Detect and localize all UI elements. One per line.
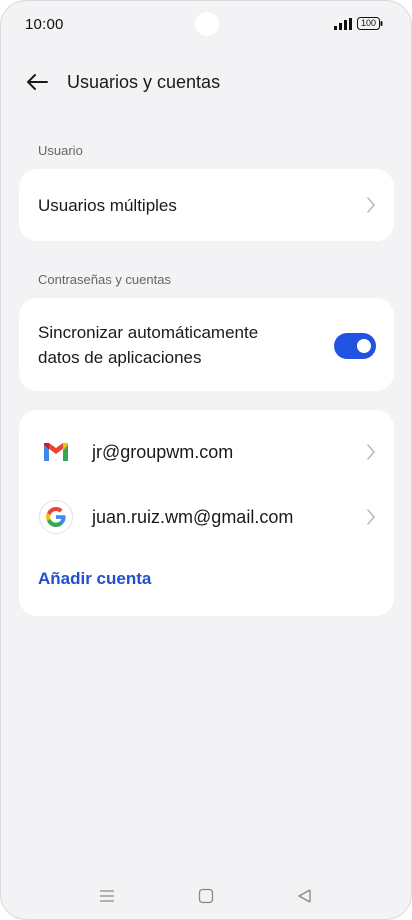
multiple-users-label: Usuarios múltiples — [38, 196, 177, 215]
google-icon — [39, 500, 73, 534]
section-label-passwords: Contraseñas y cuentas — [38, 272, 171, 287]
home-icon[interactable] — [196, 886, 216, 906]
account-row[interactable]: juan.ruiz.wm@gmail.com — [19, 485, 394, 549]
battery-level: 100 — [360, 18, 377, 28]
auto-sync-label-line2: datos de aplicaciones — [38, 348, 202, 367]
back-button[interactable] — [21, 67, 53, 97]
add-account-button[interactable]: Añadir cuenta — [38, 569, 151, 589]
chevron-right-icon — [367, 509, 375, 525]
gmail-icon — [39, 435, 73, 469]
arrow-left-icon — [27, 74, 48, 90]
accounts-card: jr@groupwm.com juan.ruiz.wm@gmail.com Añ… — [19, 410, 394, 616]
menu-icon[interactable] — [97, 886, 117, 906]
navigation-bar — [1, 876, 411, 916]
screen: 10:00 100 Usuarios y cuentas Usuario Usu… — [0, 0, 412, 920]
back-triangle-icon[interactable] — [295, 886, 315, 906]
account-email: jr@groupwm.com — [92, 442, 234, 462]
page-title: Usuarios y cuentas — [67, 72, 221, 92]
account-email: juan.ruiz.wm@gmail.com — [92, 507, 294, 527]
toggle-knob — [357, 339, 371, 353]
status-bar: 10:00 100 — [1, 1, 411, 47]
account-row[interactable]: jr@groupwm.com — [19, 420, 394, 484]
status-time: 10:00 — [25, 16, 64, 33]
signal-icon — [334, 18, 352, 30]
chevron-right-icon — [367, 197, 375, 213]
app-bar: Usuarios y cuentas — [1, 57, 411, 107]
auto-sync-label-line1: Sincronizar automáticamente — [38, 323, 259, 342]
auto-sync-row[interactable]: Sincronizar automáticamente datos de apl… — [19, 298, 394, 391]
section-label-user: Usuario — [38, 143, 83, 158]
camera-cutout — [195, 12, 219, 36]
multiple-users-row[interactable]: Usuarios múltiples — [19, 169, 394, 241]
chevron-right-icon — [367, 444, 375, 460]
auto-sync-toggle[interactable] — [334, 333, 376, 359]
